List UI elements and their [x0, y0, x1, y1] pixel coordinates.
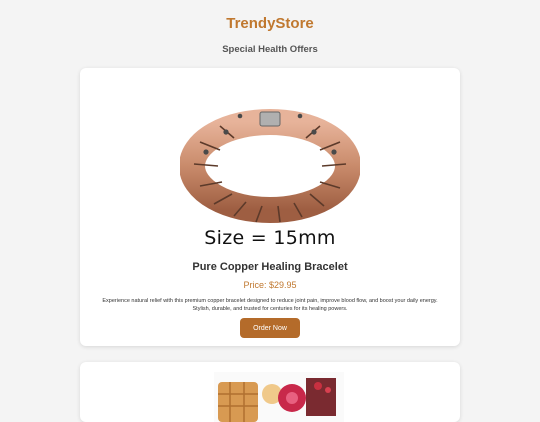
dessert-product-image[interactable]: [214, 372, 344, 422]
product-card: Size = 15mm Pure Copper Healing Bracelet…: [80, 68, 460, 346]
size-caption: Size = 15mm: [204, 227, 336, 249]
site-header: TrendyStore Special Health Offers: [0, 0, 540, 55]
page-subtitle: Special Health Offers: [222, 44, 318, 55]
product-card-2: [80, 362, 460, 422]
product-description: Experience natural relief with this prem…: [102, 298, 438, 312]
order-now-button[interactable]: Order Now: [240, 318, 300, 338]
store-brand[interactable]: TrendyStore: [0, 14, 540, 34]
product-price: Price: $29.95: [243, 280, 297, 290]
product-title: Pure Copper Healing Bracelet: [192, 261, 348, 273]
